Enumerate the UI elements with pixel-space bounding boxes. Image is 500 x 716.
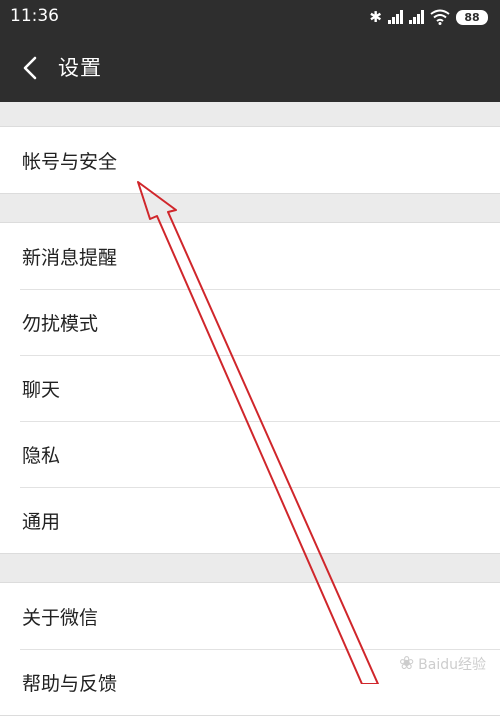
setting-general[interactable]: 通用	[0, 487, 500, 553]
back-arrow-icon[interactable]	[18, 54, 44, 82]
settings-group-about: 关于微信 帮助与反馈	[0, 582, 500, 716]
setting-label: 通用	[22, 510, 61, 533]
wifi-icon	[430, 9, 450, 25]
watermark: ❀ Baidu经验	[399, 653, 486, 674]
baidu-paw-icon: ❀	[399, 653, 415, 674]
status-time: 11:36	[10, 6, 59, 26]
signal-icon	[388, 10, 403, 24]
battery-icon: 88	[456, 9, 488, 25]
nav-bar: 设置	[0, 34, 500, 102]
setting-label: 隐私	[22, 444, 61, 467]
setting-label: 勿扰模式	[22, 312, 99, 335]
setting-label: 新消息提醒	[22, 246, 118, 269]
bluetooth-icon: ✱	[369, 8, 382, 26]
setting-label: 帮助与反馈	[22, 672, 118, 695]
status-bar: 11:36 ✱ 88	[0, 0, 500, 34]
settings-group-account: 帐号与安全	[0, 126, 500, 194]
setting-privacy[interactable]: 隐私	[0, 421, 500, 487]
settings-list: 帐号与安全 新消息提醒 勿扰模式 聊天 隐私 通用 关于微信 帮助与反馈	[0, 102, 500, 716]
status-icons: ✱ 88	[369, 6, 488, 28]
setting-chats[interactable]: 聊天	[0, 355, 500, 421]
settings-group-general: 新消息提醒 勿扰模式 聊天 隐私 通用	[0, 222, 500, 554]
setting-new-message-alerts[interactable]: 新消息提醒	[0, 223, 500, 289]
setting-about-wechat[interactable]: 关于微信	[0, 583, 500, 649]
setting-label: 帐号与安全	[22, 150, 118, 173]
watermark-text: Baidu经验	[418, 656, 486, 673]
signal-icon-2	[409, 10, 424, 24]
setting-do-not-disturb[interactable]: 勿扰模式	[0, 289, 500, 355]
setting-label: 聊天	[22, 378, 61, 401]
page-title: 设置	[58, 56, 102, 80]
setting-account-security[interactable]: 帐号与安全	[0, 127, 500, 193]
setting-label: 关于微信	[22, 606, 99, 629]
